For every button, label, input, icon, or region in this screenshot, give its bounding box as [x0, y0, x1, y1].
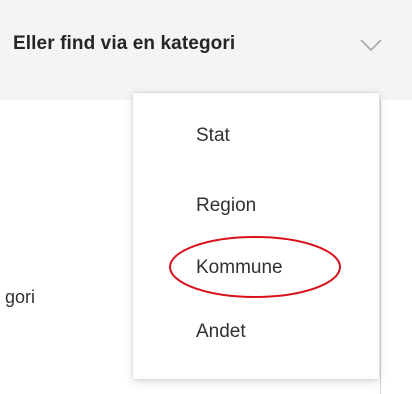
menu-item-region[interactable]: Region — [196, 195, 256, 217]
category-text-fragment: gori — [5, 287, 36, 307]
menu-item-kommune[interactable]: Kommune — [196, 257, 283, 279]
category-dropdown-menu: Stat Region Kommune Andet — [133, 93, 379, 379]
menu-item-andet[interactable]: Andet — [196, 321, 246, 343]
category-dropdown-trigger[interactable]: Eller find via en kategori — [13, 33, 235, 55]
chevron-down-icon[interactable] — [356, 36, 382, 52]
vertical-divider — [380, 100, 381, 394]
category-dropdown-label: Eller find via en kategori — [13, 33, 236, 54]
menu-item-stat[interactable]: Stat — [196, 125, 230, 147]
